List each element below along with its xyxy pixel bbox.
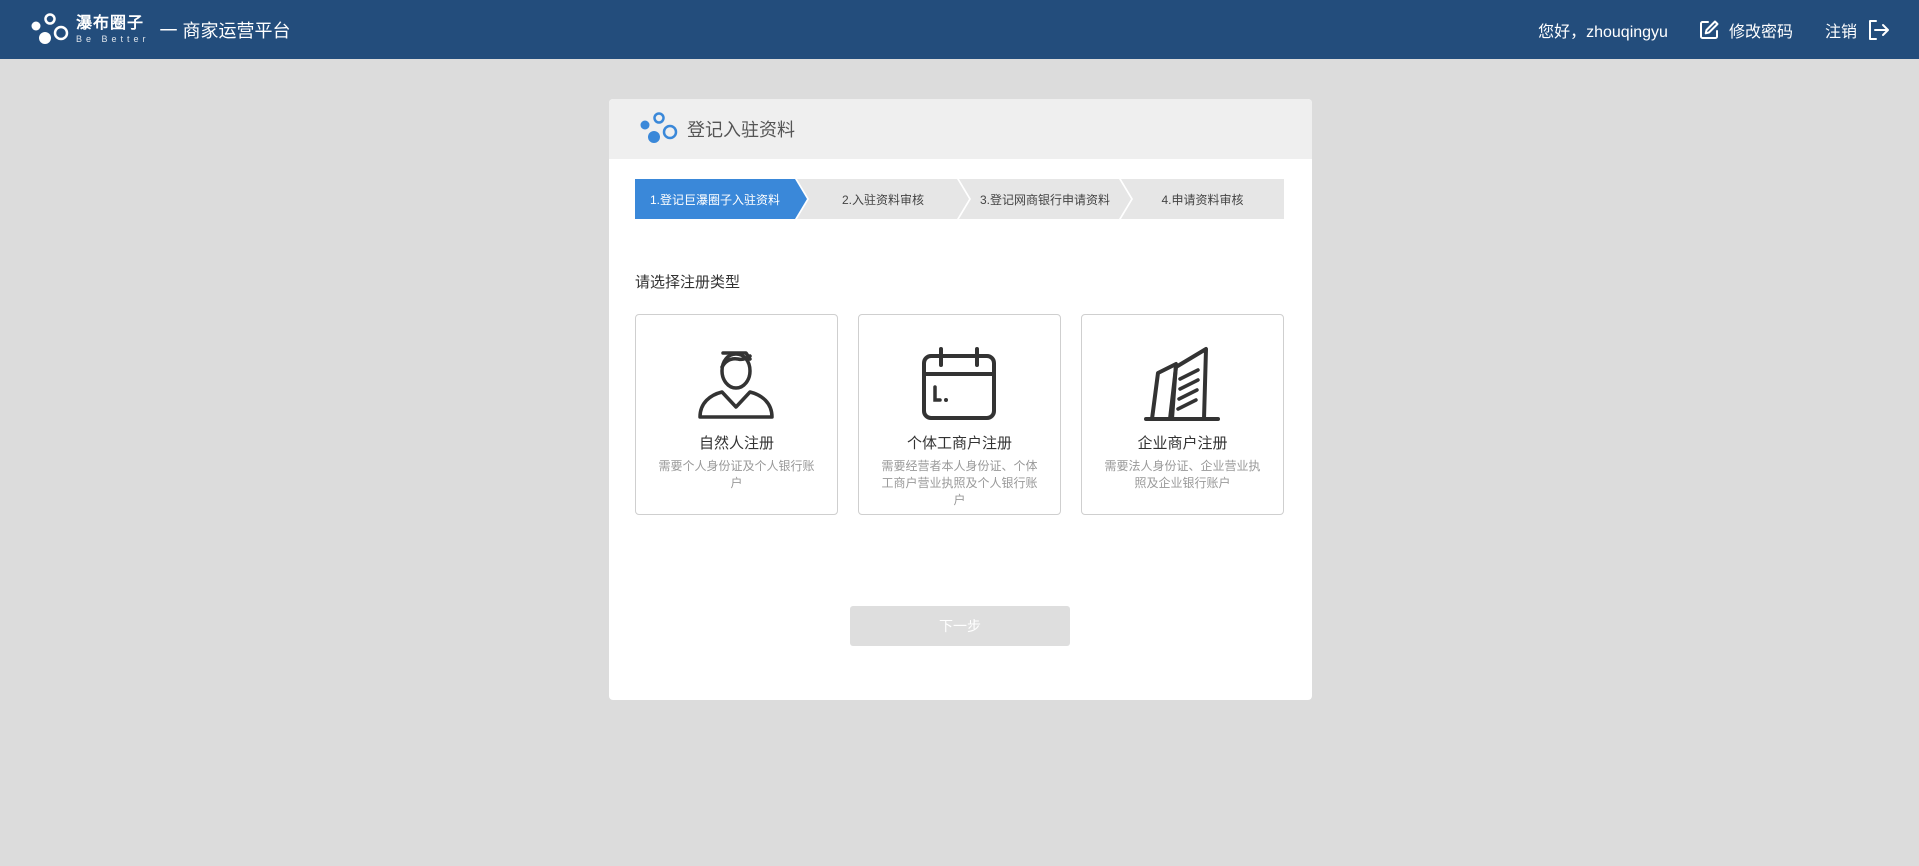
change-password-link[interactable]: 修改密码 [1698, 18, 1793, 42]
change-password-label: 修改密码 [1728, 23, 1793, 41]
option-title: 企业商户注册 [1137, 435, 1228, 452]
top-nav-bar: 瀑布圈子 Be Better 一 商家运营平台 您好，zhouqingyu 修改… [0, 0, 1919, 59]
step-2: 2.入驻资料审核 [797, 179, 969, 219]
option-description: 需要经营者本人身份证、个体工商户营业执照及个人银行账户 [881, 459, 1038, 507]
option-description: 需要法人身份证、企业营业执照及企业银行账户 [1104, 459, 1261, 490]
progress-steps: 1.登记巨瀑圈子入驻资料 2.入驻资料审核 3.登记网商银行申请资料 4.申请资… [635, 179, 1284, 219]
option-individual-business[interactable]: 个体工商户注册 需要经营者本人身份证、个体工商户营业执照及个人银行账户 [858, 314, 1061, 515]
logo-icon [31, 13, 69, 44]
step-4: 4.申请资料审核 [1121, 179, 1284, 219]
card-title: 登记入驻资料 [687, 120, 795, 140]
card-header: 登记入驻资料 [609, 99, 1312, 159]
next-step-button[interactable]: 下一步 [850, 606, 1070, 646]
person-icon [698, 351, 774, 419]
logout-icon [1869, 19, 1889, 40]
building-icon [1144, 347, 1220, 421]
registration-card: 登记入驻资料 1.登记巨瀑圈子入驻资料 2.入驻资料审核 3.登记网商银行申请资… [609, 99, 1312, 700]
logout-link[interactable]: 注销 [1825, 18, 1891, 42]
step-label: 4.申请资料审核 [1161, 192, 1244, 207]
step-label: 1.登记巨瀑圈子入驻资料 [649, 192, 780, 207]
option-natural-person[interactable]: 自然人注册 需要个人身份证及个人银行账户 [635, 314, 838, 515]
step-label: 3.登记网商银行申请资料 [979, 192, 1110, 207]
step-1: 1.登记巨瀑圈子入驻资料 [635, 179, 807, 219]
option-description: 需要个人身份证及个人银行账户 [658, 459, 815, 490]
option-enterprise[interactable]: 企业商户注册 需要法人身份证、企业营业执照及企业银行账户 [1081, 314, 1284, 515]
logout-label: 注销 [1824, 23, 1857, 41]
brand[interactable]: 瀑布圈子 Be Better 一 商家运营平台 [30, 12, 291, 48]
registration-type-options: 自然人注册 需要个人身份证及个人银行账户 个体工商户注册 需要经营者本人身份证、… [635, 314, 1285, 515]
brand-name: 瀑布圈子 [76, 15, 145, 32]
section-label: 请选择注册类型 [635, 274, 741, 291]
user-greeting: 您好，zhouqingyu [1538, 23, 1668, 41]
step-3: 3.登记网商银行申请资料 [959, 179, 1131, 219]
option-title: 自然人注册 [698, 435, 774, 452]
calendar-icon [922, 347, 996, 420]
step-label: 2.入驻资料审核 [841, 192, 924, 207]
platform-title: 一 商家运营平台 [159, 21, 291, 41]
brand-slogan: Be Better [76, 34, 150, 44]
edit-icon [1699, 20, 1719, 39]
logo-icon [640, 112, 678, 143]
option-title: 个体工商户注册 [906, 435, 1012, 452]
